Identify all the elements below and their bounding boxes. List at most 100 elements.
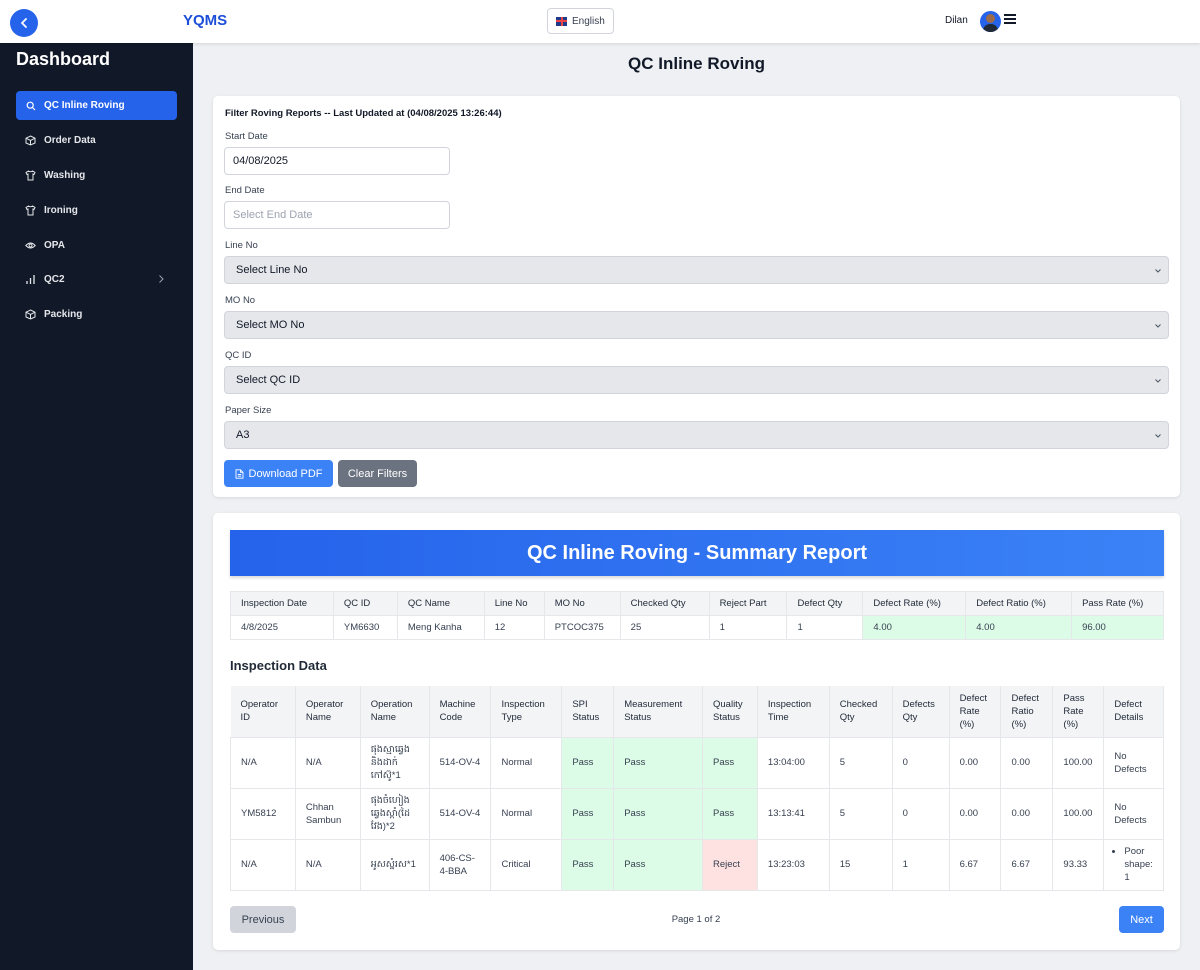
previous-button[interactable]: Previous bbox=[230, 906, 296, 933]
sidebar-title: Dashboard bbox=[16, 49, 111, 69]
sidebar-item-ironing[interactable]: Ironing bbox=[16, 196, 177, 225]
chevron-right-icon bbox=[159, 275, 164, 283]
table-cell: 6.67 bbox=[948, 838, 1002, 891]
sidebar-item-label: OPA bbox=[44, 240, 65, 251]
table-cell: YM6630 bbox=[332, 615, 398, 640]
sidebar-item-opa[interactable]: OPA bbox=[16, 231, 177, 260]
inspection-table: Operator ID Operator Name Operation Name… bbox=[230, 686, 1164, 891]
table-cell: 5 bbox=[828, 736, 893, 789]
sidebar-item-qc-inline-roving[interactable]: QC Inline Roving bbox=[16, 91, 177, 120]
column-header: QC ID bbox=[332, 591, 398, 616]
table-cell: 13:23:03 bbox=[756, 838, 830, 891]
table-cell: Pass bbox=[613, 838, 703, 891]
table-cell: 406-CS-4-BBA bbox=[428, 838, 492, 891]
column-header: Quality Status bbox=[702, 686, 758, 737]
mo-no-label: MO No bbox=[225, 295, 256, 306]
sidebar-item-qc2[interactable]: QC2 bbox=[16, 265, 177, 294]
qc-id-label: QC ID bbox=[225, 350, 252, 361]
start-date-input[interactable]: 04/08/2025 bbox=[224, 147, 450, 175]
table-cell: 4.00 bbox=[965, 615, 1073, 640]
defect-details-cell: Poor shape: 1 bbox=[1103, 838, 1164, 891]
defect-list: Poor shape: 1 bbox=[1114, 845, 1153, 884]
table-cell: Reject bbox=[702, 838, 758, 891]
table-cell: 1 bbox=[891, 838, 950, 891]
table-cell: 6.67 bbox=[1000, 838, 1054, 891]
table-cell: 514-OV-4 bbox=[428, 787, 492, 840]
table-cell: 12 bbox=[483, 615, 545, 640]
back-button[interactable] bbox=[10, 9, 38, 37]
avatar[interactable] bbox=[980, 11, 1001, 32]
sidebar-item-label: QC2 bbox=[44, 274, 65, 285]
next-button[interactable]: Next bbox=[1119, 906, 1164, 933]
table-cell: YM5812 bbox=[230, 787, 296, 840]
table-cell: 0.00 bbox=[948, 736, 1002, 789]
table-cell: 0 bbox=[891, 787, 950, 840]
table-cell: 0.00 bbox=[1000, 787, 1054, 840]
language-label: English bbox=[572, 15, 605, 27]
table-cell: Pass bbox=[613, 736, 703, 789]
start-date-label: Start Date bbox=[225, 131, 268, 142]
report-title: QC Inline Roving - Summary Report bbox=[230, 530, 1164, 576]
table-cell: N/A bbox=[294, 736, 361, 789]
column-header: Inspection Date bbox=[230, 591, 334, 616]
table-row: 4/8/2025 YM6630 Meng Kanha 12 PTCOC375 2… bbox=[230, 615, 1164, 640]
filter-heading: Filter Roving Reports -- Last Updated at… bbox=[225, 108, 502, 119]
table-cell: Pass bbox=[702, 787, 758, 840]
column-header: Defect Qty bbox=[786, 591, 864, 616]
bar-chart-icon bbox=[25, 274, 36, 285]
document-icon bbox=[235, 468, 243, 479]
table-cell: N/A bbox=[230, 838, 296, 891]
column-header: Defect Ratio (%) bbox=[965, 591, 1073, 616]
table-cell: 4/8/2025 bbox=[230, 615, 334, 640]
page-title: QC Inline Roving bbox=[628, 54, 765, 73]
table-cell: 13:04:00 bbox=[756, 736, 830, 789]
column-header: Defects Qty bbox=[892, 686, 950, 737]
table-cell: 13:13:41 bbox=[756, 787, 830, 840]
paper-size-select-value: A3 bbox=[236, 429, 250, 441]
paper-size-label: Paper Size bbox=[225, 405, 272, 416]
brand-logo[interactable]: YQMS bbox=[183, 12, 227, 29]
language-selector[interactable]: English bbox=[547, 8, 614, 34]
chevron-left-icon bbox=[21, 18, 27, 28]
column-header: Measurement Status bbox=[613, 686, 703, 737]
inspection-data-title: Inspection Data bbox=[230, 658, 327, 673]
end-date-input[interactable]: Select End Date bbox=[224, 201, 450, 229]
summary-header-row: Inspection Date QC ID QC Name Line No MO… bbox=[230, 591, 1164, 616]
line-no-select[interactable]: Select Line No bbox=[224, 256, 1169, 284]
table-cell: Meng Kanha bbox=[396, 615, 485, 640]
table-cell: 93.33 bbox=[1052, 838, 1105, 891]
chevron-down-icon bbox=[1155, 269, 1161, 273]
clear-filters-button[interactable]: Clear Filters bbox=[338, 460, 417, 487]
sidebar-item-order-data[interactable]: Order Data bbox=[16, 126, 177, 155]
sidebar-item-washing[interactable]: Washing bbox=[16, 161, 177, 190]
table-row: YM5812 Chhan Sambun ផុងចំហៀងឆ្វេងស្តាំ(ដ… bbox=[230, 787, 1164, 840]
table-cell: Normal bbox=[490, 736, 563, 789]
chevron-down-icon bbox=[1155, 379, 1161, 383]
user-name: Dilan bbox=[945, 15, 968, 26]
end-date-label: End Date bbox=[225, 185, 265, 196]
sidebar-item-packing[interactable]: Packing bbox=[16, 300, 177, 329]
paper-size-select[interactable]: A3 bbox=[224, 421, 1169, 449]
column-header: Inspection Type bbox=[490, 686, 563, 737]
shirt-icon bbox=[25, 205, 36, 216]
column-header: Defect Ratio (%) bbox=[1000, 686, 1054, 737]
mo-no-select[interactable]: Select MO No bbox=[224, 311, 1169, 339]
eye-icon bbox=[25, 240, 36, 251]
table-row: N/A N/A ផុងស្មាឆ្វេងនិងដាក់កៅស៊ូ*1 514-O… bbox=[230, 736, 1164, 789]
column-header: Pass Rate (%) bbox=[1071, 591, 1164, 616]
qc-id-select-value: Select QC ID bbox=[236, 374, 301, 386]
uk-flag-icon bbox=[556, 16, 567, 26]
column-header: Inspection Time bbox=[757, 686, 830, 737]
download-pdf-label: Download PDF bbox=[248, 467, 323, 480]
summary-table: Inspection Date QC ID QC Name Line No MO… bbox=[230, 591, 1164, 640]
qc-id-select[interactable]: Select QC ID bbox=[224, 366, 1169, 394]
column-header: QC Name bbox=[396, 591, 485, 616]
table-cell: No Defects bbox=[1103, 787, 1164, 840]
table-cell: Chhan Sambun bbox=[294, 787, 361, 840]
hamburger-menu-icon[interactable] bbox=[1004, 14, 1016, 24]
column-header: Defect Rate (%) bbox=[949, 686, 1002, 737]
table-cell: Critical bbox=[490, 838, 563, 891]
download-pdf-button[interactable]: Download PDF bbox=[224, 460, 333, 487]
table-cell: 1 bbox=[708, 615, 788, 640]
table-cell: 25 bbox=[619, 615, 710, 640]
